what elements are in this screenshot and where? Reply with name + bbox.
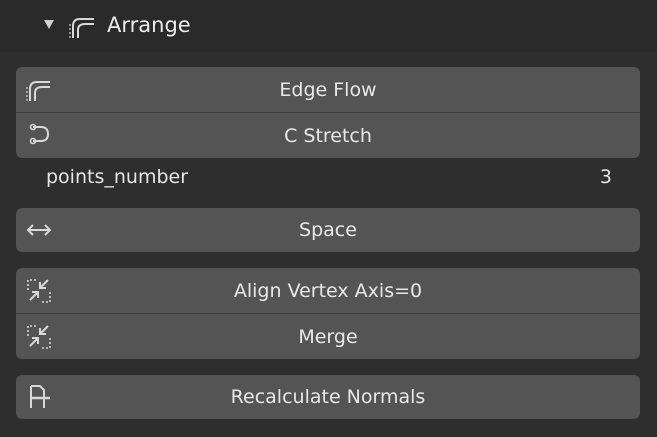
edge-flow-label: Edge Flow bbox=[279, 78, 377, 101]
collapse-arrow-icon[interactable] bbox=[44, 20, 54, 29]
edge-flow-icon bbox=[69, 18, 94, 38]
panel-header[interactable]: Arrange bbox=[0, 0, 657, 52]
arrange-panel: Arrange Edge Flow C Stretch points_numbe… bbox=[0, 0, 657, 437]
align-vertex-button[interactable]: Align Vertex Axis=0 bbox=[16, 268, 640, 313]
horizontal-arrows-icon bbox=[26, 224, 52, 236]
c-stretch-button[interactable]: C Stretch bbox=[16, 113, 640, 158]
space-label: Space bbox=[299, 219, 357, 241]
align-vertex-label: Align Vertex Axis=0 bbox=[233, 279, 423, 302]
merge-label: Merge bbox=[298, 325, 358, 348]
points-number-value[interactable]: 3 bbox=[600, 166, 612, 188]
normals-icon bbox=[30, 385, 50, 408]
points-number-label: points_number bbox=[46, 166, 189, 188]
recalculate-normals-label: Recalculate Normals bbox=[230, 386, 426, 408]
recalculate-normals-button[interactable]: Recalculate Normals bbox=[16, 375, 640, 419]
merge-icon bbox=[27, 324, 51, 349]
c-stretch-icon bbox=[29, 123, 50, 144]
panel-title: Arrange bbox=[107, 13, 191, 37]
points-number-field[interactable]: points_number 3 bbox=[16, 158, 640, 198]
edge-flow-button[interactable]: Edge Flow bbox=[16, 67, 640, 112]
align-icon bbox=[27, 278, 51, 303]
space-button[interactable]: Space bbox=[16, 208, 640, 252]
edge-flow-icon bbox=[26, 80, 50, 101]
merge-button[interactable]: Merge bbox=[16, 314, 640, 359]
c-stretch-label: C Stretch bbox=[284, 124, 372, 147]
